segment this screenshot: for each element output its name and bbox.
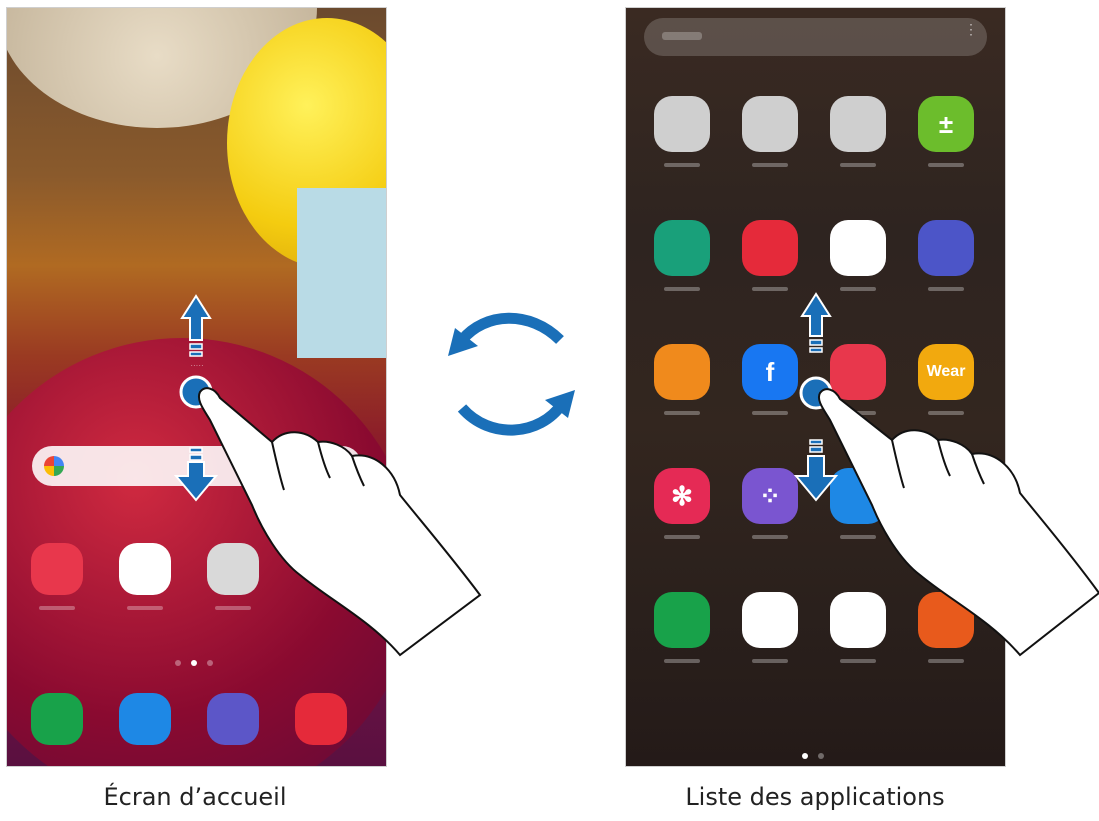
swipe-down-arrow-icon <box>173 447 219 502</box>
swipe-up-arrow-icon <box>180 294 212 357</box>
hand-pointer-icon <box>198 387 482 657</box>
gesture-overlay <box>173 292 1099 657</box>
home-screen-caption: Écran d’accueil <box>103 783 287 811</box>
hand-pointer-icon <box>818 388 1099 657</box>
swipe-up-arrow-icon <box>800 292 832 353</box>
switch-arrows-icon <box>448 312 575 436</box>
apps-screen-caption: Liste des applications <box>685 783 945 811</box>
swipe-down-arrow-icon <box>793 439 839 502</box>
